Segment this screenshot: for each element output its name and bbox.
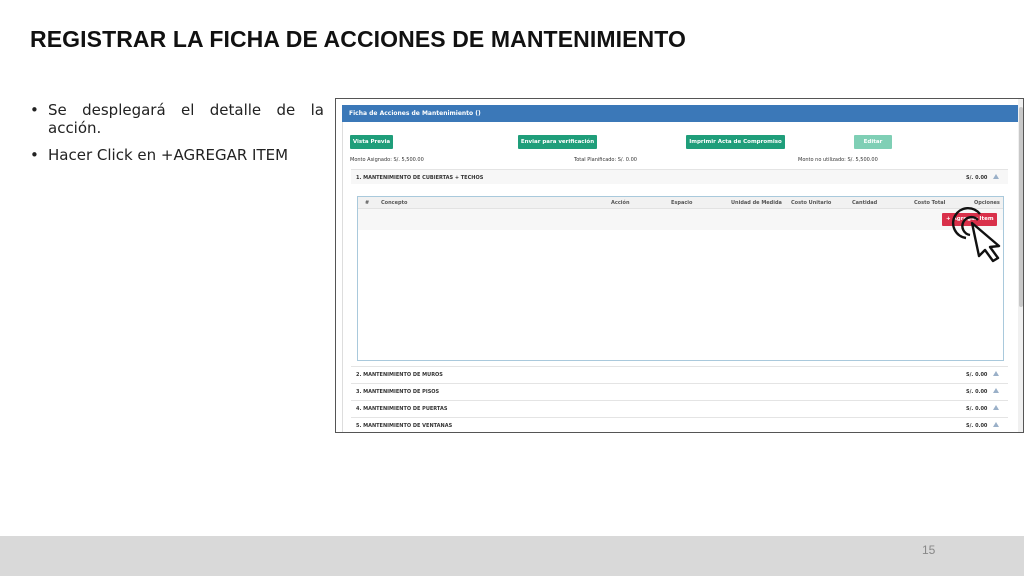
col-concepto: Concepto xyxy=(381,200,408,206)
table-row xyxy=(358,209,1003,230)
bullet-item: • Se desplegará el detalle de la acción. xyxy=(30,101,324,137)
scrollbar-thumb[interactable] xyxy=(1019,107,1023,307)
chevron-up-icon[interactable] xyxy=(993,405,999,410)
section-cubiertas[interactable]: 1. MANTENIMIENTO DE CUBIERTAS + TECHOS S… xyxy=(351,169,1008,184)
bullet-dot: • xyxy=(30,101,39,119)
card-header: Ficha de Acciones de Mantenimiento () xyxy=(342,105,1020,122)
section-label: 3. MANTENIMIENTO DE PISOS xyxy=(356,389,440,395)
col-costo-unitario: Costo Unitario xyxy=(791,200,832,206)
section-amount: S/. 0.00 xyxy=(966,389,988,395)
print-acta-button[interactable]: Imprimir Acta de Compromiso xyxy=(686,135,785,149)
col-costo-total: Costo Total xyxy=(914,200,946,206)
section-puertas[interactable]: 4. MANTENIMIENTO DE PUERTAS S/. 0.00 xyxy=(351,400,1008,415)
col-cantidad: Cantidad xyxy=(852,200,878,206)
section-amount: S/. 0.00 xyxy=(966,423,988,429)
slide-title: REGISTRAR LA FICHA DE ACCIONES DE MANTEN… xyxy=(30,26,686,52)
section-amount: S/. 0.00 xyxy=(966,175,988,181)
bullet-list: • Se desplegará el detalle de la acción.… xyxy=(30,101,324,173)
app-screenshot: Ficha de Acciones de Mantenimiento () Vi… xyxy=(335,98,1024,433)
section-label: 4. MANTENIMIENTO DE PUERTAS xyxy=(356,406,448,412)
chevron-up-icon[interactable] xyxy=(993,174,999,179)
col-unidad-medida: Unidad de Medida xyxy=(731,200,782,206)
section-amount: S/. 0.00 xyxy=(966,372,988,378)
bullet-item: • Hacer Click en +AGREGAR ITEM xyxy=(30,146,324,164)
section-pisos[interactable]: 3. MANTENIMIENTO DE PISOS S/. 0.00 xyxy=(351,383,1008,398)
screenshot-scrollbar[interactable] xyxy=(1018,99,1023,432)
send-verification-button[interactable]: Enviar para verificación xyxy=(518,135,597,149)
chevron-up-icon[interactable] xyxy=(993,371,999,376)
card-body: Vista Previa Enviar para verificación Im… xyxy=(342,122,1020,432)
edit-button[interactable]: Editar xyxy=(854,135,892,149)
bullet-dot: • xyxy=(30,146,39,164)
footer-bar xyxy=(0,536,1024,576)
page-number: 15 xyxy=(922,543,936,557)
col-accion: Acción xyxy=(611,200,630,206)
section-ventanas[interactable]: 5. MANTENIMIENTO DE VENTANAS S/. 0.00 xyxy=(351,417,1008,432)
unused-amount: Monto no utilizado: S/. 5,500.00 xyxy=(798,157,878,163)
assigned-amount: Monto Asignado: S/. 5,500.00 xyxy=(350,157,424,163)
section-amount: S/. 0.00 xyxy=(966,406,988,412)
section-muros[interactable]: 2. MANTENIMIENTO DE MUROS S/. 0.00 xyxy=(351,366,1008,381)
ficha-card: Ficha de Acciones de Mantenimiento () Vi… xyxy=(342,105,1020,432)
section-label: 5. MANTENIMIENTO DE VENTANAS xyxy=(356,423,453,429)
section-label: 2. MANTENIMIENTO DE MUROS xyxy=(356,372,443,378)
bullet-text: Se desplegará el detalle de la acción. xyxy=(48,101,324,137)
chevron-up-icon[interactable] xyxy=(993,388,999,393)
section-label: 1. MANTENIMIENTO DE CUBIERTAS + TECHOS xyxy=(356,175,484,181)
chevron-up-icon[interactable] xyxy=(993,422,999,427)
col-espacio: Espacio xyxy=(671,200,693,206)
items-table: # Concepto Acción Espacio Unidad de Medi… xyxy=(357,196,1004,361)
preview-button[interactable]: Vista Previa xyxy=(350,135,393,149)
hand-pointer-click-icon xyxy=(951,207,1001,263)
planned-total: Total Planificado: S/. 0.00 xyxy=(574,157,637,163)
col-number: # xyxy=(365,200,370,206)
bullet-text: Hacer Click en +AGREGAR ITEM xyxy=(48,146,289,164)
table-header: # Concepto Acción Espacio Unidad de Medi… xyxy=(358,197,1003,209)
